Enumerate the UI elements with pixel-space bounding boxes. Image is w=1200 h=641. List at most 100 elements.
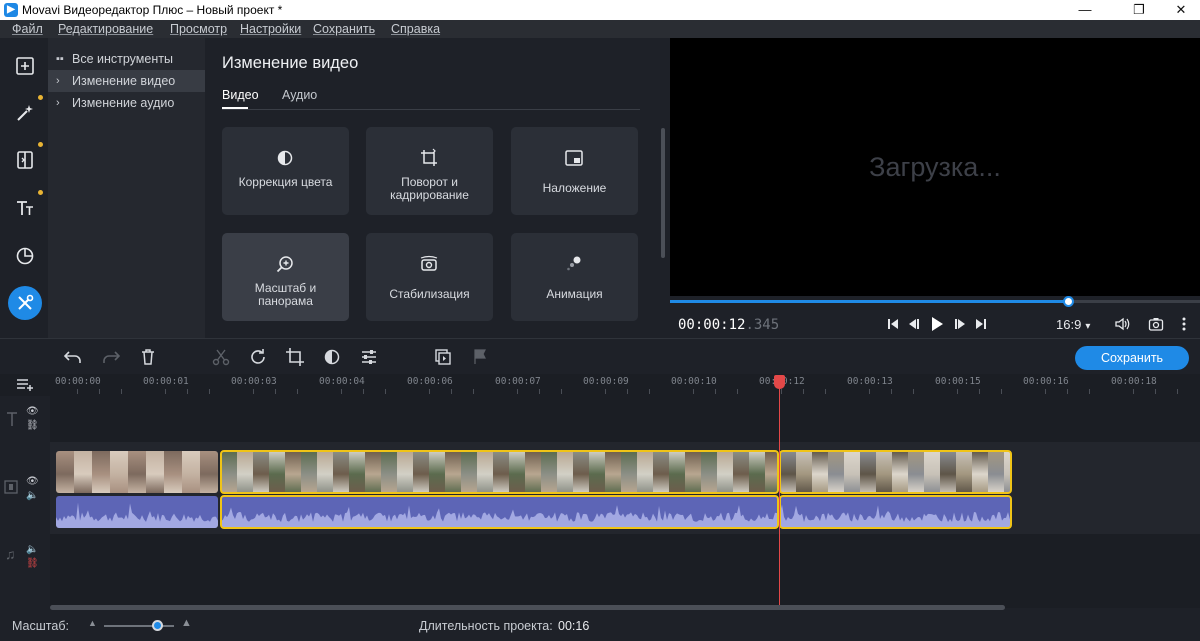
prev-frame-button[interactable] xyxy=(906,316,922,332)
transitions-button[interactable] xyxy=(8,143,42,177)
skip-start-button[interactable] xyxy=(885,316,901,332)
ruler-minor-tick xyxy=(209,389,210,394)
add-file-icon xyxy=(16,57,34,75)
music-track[interactable] xyxy=(50,534,1200,608)
tools-button[interactable] xyxy=(8,286,42,320)
tab-video[interactable]: Видео xyxy=(222,88,259,102)
waveform-shape xyxy=(780,504,1011,528)
eye-icon[interactable]: 👁 xyxy=(26,476,39,487)
minimize-icon[interactable]: — xyxy=(1062,0,1108,20)
more-options-button[interactable] xyxy=(1176,316,1192,332)
zoom-slider-handle[interactable] xyxy=(151,620,163,631)
ruler-time-label: 00:00:15 xyxy=(935,376,981,387)
ruler-minor-tick xyxy=(913,389,914,394)
delete-button[interactable] xyxy=(138,347,158,367)
stickers-button[interactable] xyxy=(8,239,42,273)
audio-waveform[interactable] xyxy=(56,496,218,528)
titles-button[interactable] xyxy=(8,191,42,225)
magic-wand-icon xyxy=(17,105,33,121)
tool-rotate-crop[interactable]: Поворот и кадрирование xyxy=(366,127,493,215)
link-icon[interactable]: ⛓ xyxy=(26,420,39,431)
timeline-scrollbar[interactable] xyxy=(50,605,1005,610)
ruler-minor-tick xyxy=(187,389,188,394)
export-save-button[interactable]: Сохранить xyxy=(1075,346,1189,370)
tool-color-correction[interactable]: Коррекция цвета xyxy=(222,127,349,215)
speaker-icon[interactable]: 🔈 xyxy=(26,490,38,501)
skip-end-button[interactable] xyxy=(973,316,989,332)
speaker-icon[interactable]: 🔈 xyxy=(26,544,38,555)
title-track-header: 👁 ⛓ xyxy=(0,396,50,442)
zoom-in-icon[interactable]: ▲ xyxy=(181,617,192,629)
transition-wizard-button[interactable] xyxy=(433,347,453,367)
menu-edit[interactable]: Редактирование xyxy=(58,22,153,36)
menu-file[interactable]: Файл xyxy=(12,22,43,36)
ruler-minor-tick xyxy=(957,389,958,394)
ruler-time-label: 00:00:06 xyxy=(407,376,453,387)
add-track-button[interactable] xyxy=(15,374,35,394)
menu-view[interactable]: Просмотр xyxy=(170,22,227,36)
color-correction-icon xyxy=(277,150,293,166)
menu-help[interactable]: Справка xyxy=(391,22,440,36)
film-track-icon xyxy=(4,480,18,494)
playback-handle[interactable] xyxy=(1062,296,1074,307)
category-label: Изменение видео xyxy=(72,74,176,88)
eye-icon[interactable]: 👁 xyxy=(26,406,39,417)
overlay-icon xyxy=(565,150,583,166)
current-timecode: 00:00:12.345 xyxy=(678,317,779,333)
menu-bar: Файл Редактирование Просмотр Настройки С… xyxy=(0,20,1200,38)
play-button[interactable] xyxy=(929,316,945,332)
restore-icon[interactable]: ❐ xyxy=(1116,0,1162,20)
video-track[interactable] xyxy=(50,442,1200,534)
clip-properties-button[interactable] xyxy=(359,347,379,367)
audio-waveform[interactable] xyxy=(779,495,1012,529)
aspect-value: 16:9 xyxy=(1056,317,1082,332)
next-frame-button[interactable] xyxy=(952,316,968,332)
zoom-slider-track[interactable] xyxy=(104,625,174,627)
tool-overlay[interactable]: Наложение xyxy=(511,127,638,215)
waveform-shape xyxy=(56,502,218,528)
marker-button[interactable] xyxy=(470,347,490,367)
crop-button[interactable] xyxy=(285,347,305,367)
duration-label: Длительность проекта: xyxy=(419,619,553,633)
cut-button[interactable] xyxy=(211,347,231,367)
tools-scrollbar[interactable] xyxy=(661,128,665,258)
link-icon[interactable]: ⛓ xyxy=(26,558,39,569)
close-icon[interactable]: ✕ xyxy=(1158,0,1200,20)
audio-waveform[interactable] xyxy=(220,495,779,529)
video-clip[interactable] xyxy=(56,451,218,493)
title-track[interactable] xyxy=(50,396,1200,442)
tool-zoom-pan[interactable]: Масштаб и панорама xyxy=(222,233,349,321)
menu-save[interactable]: Сохранить xyxy=(313,22,375,36)
volume-button[interactable] xyxy=(1114,316,1130,332)
ruler-time-label: 00:00:04 xyxy=(319,376,365,387)
ruler-minor-tick xyxy=(1133,389,1134,394)
undo-button[interactable] xyxy=(63,347,83,367)
filters-button[interactable] xyxy=(8,96,42,130)
zoom-out-icon[interactable]: ▲ xyxy=(88,618,97,628)
ruler-minor-tick xyxy=(275,389,276,394)
category-video-edit[interactable]: › Изменение видео xyxy=(48,70,205,92)
menu-settings[interactable]: Настройки xyxy=(240,22,301,36)
video-clip[interactable] xyxy=(779,450,1012,494)
import-button[interactable] xyxy=(8,49,42,83)
tool-animation[interactable]: Анимация xyxy=(511,233,638,321)
rotate-button[interactable] xyxy=(248,347,268,367)
tab-audio[interactable]: Аудио xyxy=(282,88,317,102)
tool-stabilization[interactable]: Стабилизация xyxy=(366,233,493,321)
snapshot-button[interactable] xyxy=(1148,316,1164,332)
clock-icon xyxy=(16,247,34,265)
redo-button[interactable] xyxy=(101,347,121,367)
color-adjust-button[interactable] xyxy=(322,347,342,367)
category-audio-edit[interactable]: › Изменение аудио xyxy=(48,92,205,114)
window-title: Movavi Видеоредактор Плюс – Новый проект… xyxy=(22,3,283,17)
category-all-tools[interactable]: ▪▪ Все инструменты xyxy=(48,48,205,70)
ruler-time-label: 00:00:13 xyxy=(847,376,893,387)
playhead-handle[interactable] xyxy=(774,375,785,389)
timeline-toolbar: Сохранить xyxy=(0,338,1200,374)
skip-to-end-icon xyxy=(976,319,986,329)
sliders-icon xyxy=(362,350,376,364)
video-clip[interactable] xyxy=(220,450,779,494)
aspect-ratio-select[interactable]: 16:9 ▾ xyxy=(1056,317,1090,333)
skip-to-start-icon xyxy=(888,319,898,329)
timeline-ruler[interactable]: 00:00:00 00:00:01 00:00:03 00:00:04 00:00:06… xyxy=(0,374,1200,396)
